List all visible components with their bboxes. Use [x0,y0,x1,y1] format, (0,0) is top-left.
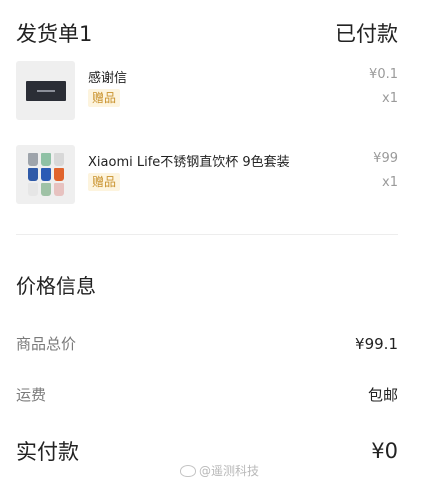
item-name[interactable]: 感谢信 [88,67,127,86]
subtotal-row: 商品总价 ¥99.1 [16,333,398,354]
shipment-header: 发货单1 已付款 [16,18,398,48]
thank-you-card-icon [26,81,66,101]
cup [54,183,64,196]
gift-badge: 赠品 [88,89,121,107]
order-item-thank-you-card[interactable]: 感谢信 赠品 ¥0.1 x1 [16,61,398,123]
shipping-value: 包邮 [367,386,398,404]
item-name[interactable]: Xiaomi Life不锈钢直饮杯 9色套装 [88,151,290,170]
cup [54,153,64,166]
item-quantity: x1 [382,91,398,106]
subtotal-value: ¥99.1 [355,334,398,353]
subtotal-label: 商品总价 [16,335,77,353]
price-info-title: 价格信息 [16,274,96,298]
total-value: ¥0 [371,439,398,463]
cup [41,168,51,181]
item-price: ¥99 [373,151,398,166]
cup [41,153,51,166]
total-label: 实付款 [16,440,79,464]
cup [28,183,38,196]
item-price: ¥0.1 [369,67,398,82]
watermark: @遥测科技 [180,462,259,479]
item-image[interactable] [16,145,75,204]
section-divider [16,234,398,235]
gift-badge: 赠品 [88,173,121,191]
cup-set-icon [28,153,64,196]
shipment-title: 发货单1 [16,22,93,46]
weibo-icon [180,464,196,477]
watermark-text: @遥测科技 [199,464,260,478]
cup [28,168,38,181]
cup [54,168,64,181]
order-item-cup-set[interactable]: Xiaomi Life不锈钢直饮杯 9色套装 赠品 ¥99 x1 [16,145,398,207]
item-quantity: x1 [382,175,398,190]
item-image[interactable] [16,61,75,120]
shipping-row: 运费 包邮 [16,384,398,405]
cup [28,153,38,166]
payment-status: 已付款 [335,22,398,46]
cup [41,183,51,196]
shipping-label: 运费 [16,386,47,404]
